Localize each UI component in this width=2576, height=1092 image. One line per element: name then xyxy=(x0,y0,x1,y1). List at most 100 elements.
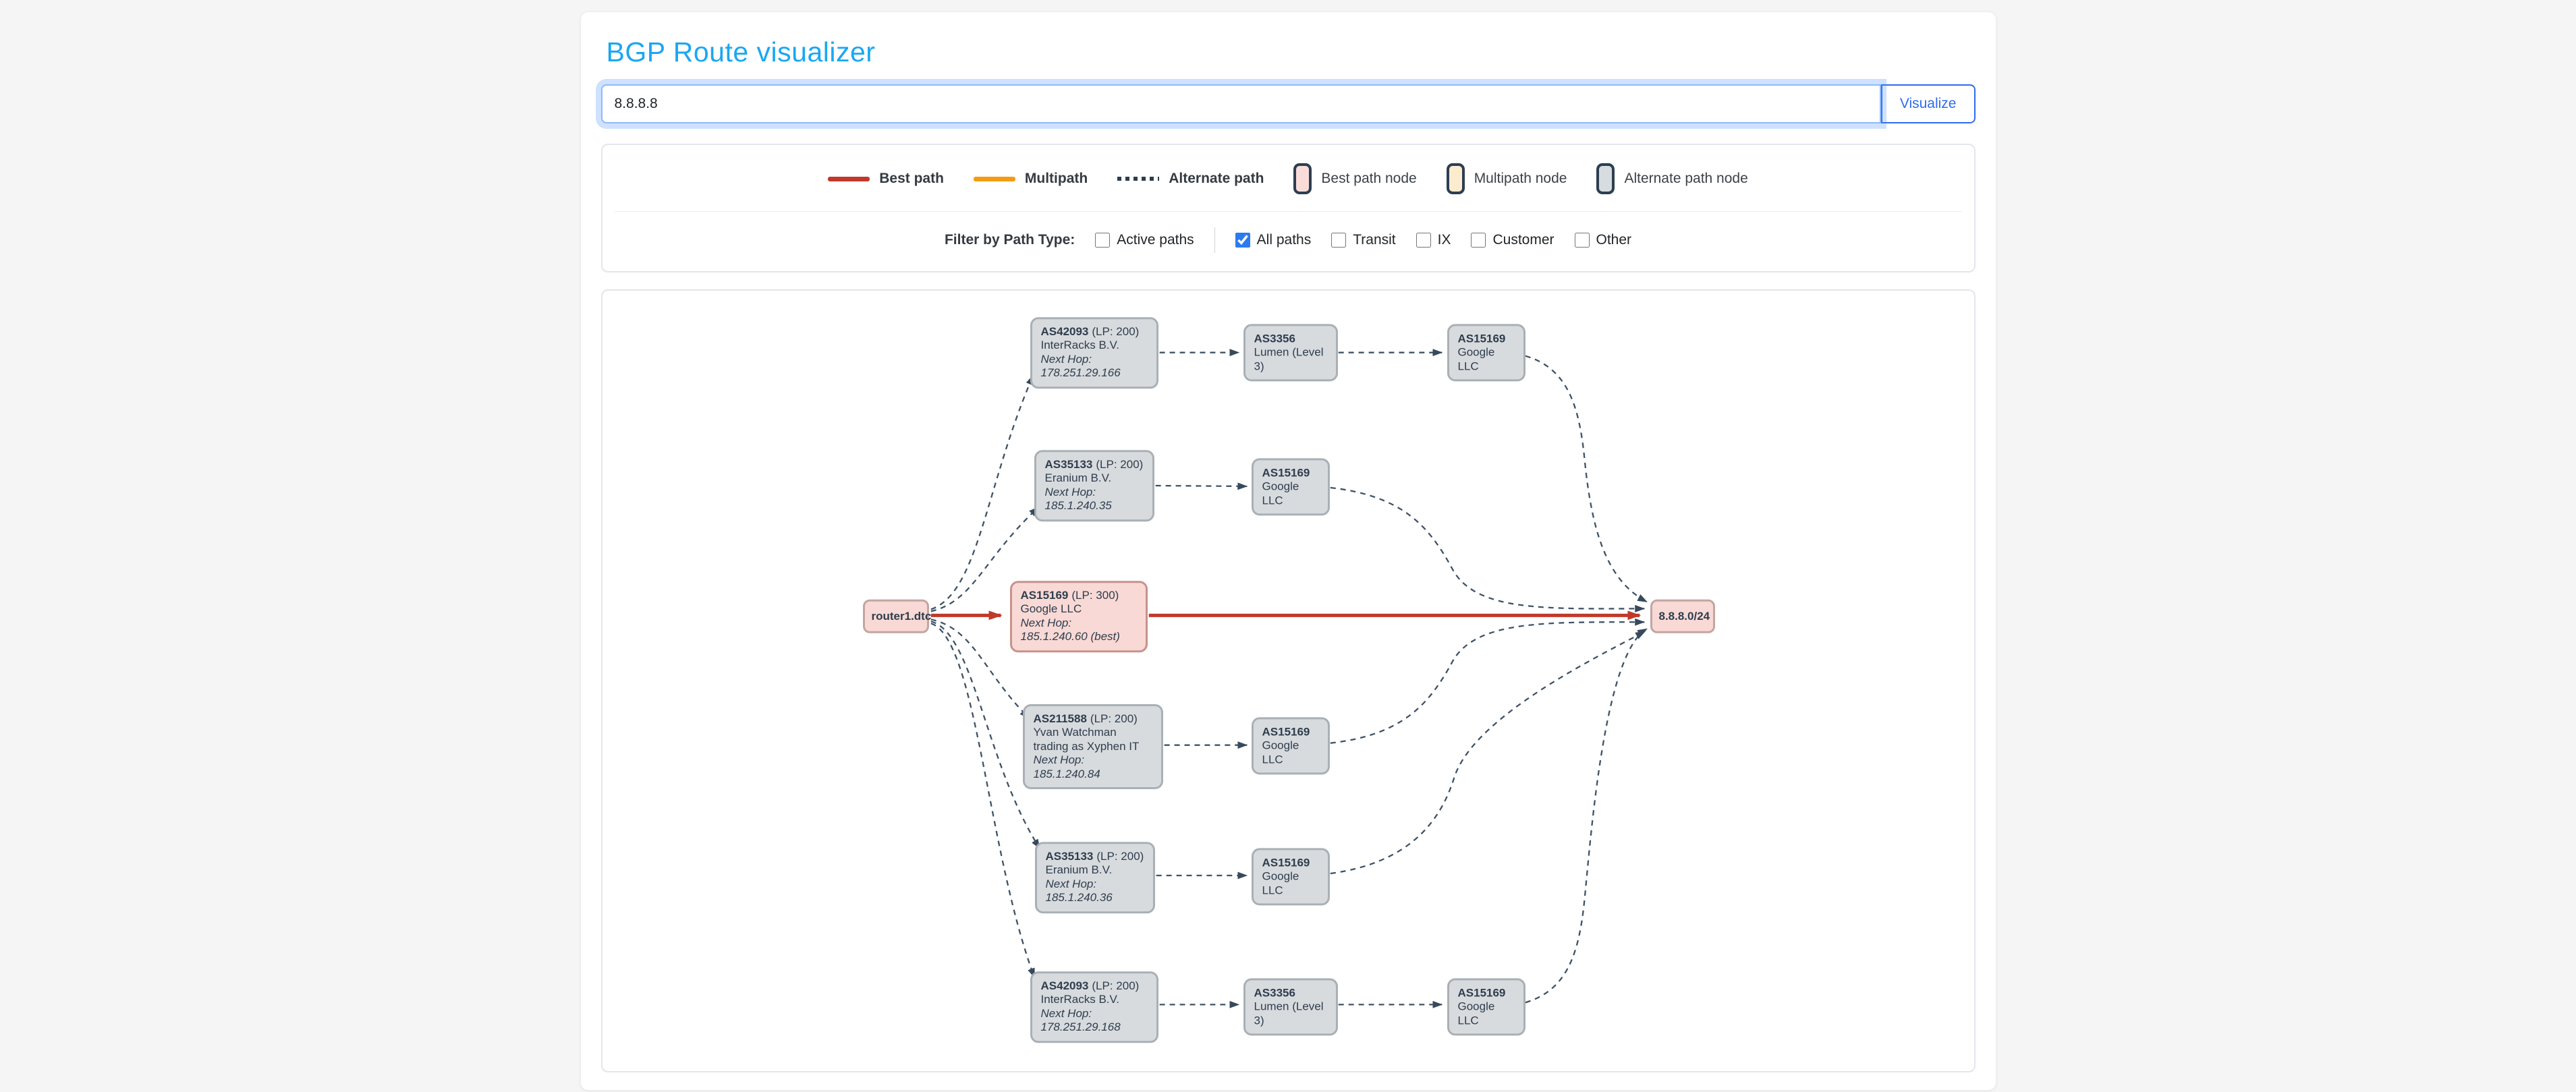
as-node-3356-path1[interactable]: AS3356 Lumen (Level 3) xyxy=(1243,324,1338,381)
filter-option-label[interactable]: All paths xyxy=(1257,232,1312,248)
node-line-asn: AS35133(LP: 200) xyxy=(1045,458,1144,471)
node-line-asn: AS3356 xyxy=(1254,986,1327,1000)
legend-label: Alternate path xyxy=(1169,171,1264,187)
filter-option-active-paths[interactable]: Active paths xyxy=(1095,232,1194,248)
node-line-org: Google LLC xyxy=(1262,480,1319,508)
alternate-path-edge xyxy=(1330,488,1644,608)
as-node-42093-path6[interactable]: AS42093(LP: 200) InterRacks B.V. Next Ho… xyxy=(1030,971,1158,1043)
node-line-asn: AS15169 xyxy=(1262,725,1319,739)
legend-item-alternate-path-node: Alternate path node xyxy=(1596,163,1747,194)
route-graph-edges xyxy=(603,291,1974,1071)
node-line-org: Lumen (Level 3) xyxy=(1254,1000,1327,1028)
legend-item-best-path: Best path xyxy=(828,171,944,187)
node-line-asn: AS211588(LP: 200) xyxy=(1034,712,1152,726)
node-line-asn: AS15169 xyxy=(1262,466,1319,480)
active-paths-checkbox[interactable] xyxy=(1095,233,1110,248)
node-line-asn: AS15169 xyxy=(1458,332,1515,345)
multipath-node-swatch xyxy=(1447,163,1465,194)
node-line-nexthop: Next Hop: 185.1.240.84 xyxy=(1034,753,1152,781)
alternate-path-edge xyxy=(1330,631,1644,873)
node-label: 8.8.8.0/24 xyxy=(1659,610,1710,623)
node-line-asn: AS15169(LP: 300) xyxy=(1021,589,1137,602)
legend: Best path Multipath Alternate path Best … xyxy=(603,145,1974,211)
page-title: BGP Route visualizer xyxy=(607,36,1976,68)
as-node-15169-path2[interactable]: AS15169 Google LLC xyxy=(1252,458,1330,515)
alternate-path-edge xyxy=(1525,356,1646,602)
as-node-42093-path1[interactable]: AS42093(LP: 200) InterRacks B.V. Next Ho… xyxy=(1030,317,1158,389)
node-line-org: Google LLC xyxy=(1262,739,1319,767)
source-node-router1[interactable]: router1.dtc xyxy=(863,600,929,633)
filter-option-ix[interactable]: IX xyxy=(1416,232,1451,248)
best-path-node-swatch xyxy=(1293,163,1312,194)
node-line-asn: AS3356 xyxy=(1254,332,1327,345)
visualize-button[interactable]: Visualize xyxy=(1881,84,1976,123)
as-node-15169-path5[interactable]: AS15169 Google LLC xyxy=(1252,848,1330,905)
alternate-path-edge xyxy=(1330,622,1644,743)
customer-checkbox[interactable] xyxy=(1471,233,1486,248)
filter-label: Filter by Path Type: xyxy=(945,232,1075,248)
legend-label: Multipath node xyxy=(1474,171,1567,187)
as-node-15169-path4[interactable]: AS15169 Google LLC xyxy=(1252,717,1330,774)
all-paths-checkbox[interactable] xyxy=(1235,233,1250,248)
legend-item-multipath-node: Multipath node xyxy=(1447,163,1567,194)
alternate-path-edge xyxy=(1525,629,1646,1002)
legend-label: Multipath xyxy=(1025,171,1088,187)
node-line-org: Eranium B.V. xyxy=(1045,472,1144,486)
route-input[interactable] xyxy=(601,84,1881,123)
ix-checkbox[interactable] xyxy=(1416,233,1431,248)
transit-checkbox[interactable] xyxy=(1331,233,1346,248)
node-line-nexthop: Next Hop: 185.1.240.35 xyxy=(1045,486,1144,513)
app-card: BGP Route visualizer Visualize Best path… xyxy=(580,11,1996,1091)
route-graph: router1.dtc AS42093(LP: 200) InterRacks … xyxy=(603,291,1974,1071)
filter-option-label[interactable]: Active paths xyxy=(1117,232,1194,248)
destination-node-prefix[interactable]: 8.8.8.0/24 xyxy=(1650,600,1715,633)
filter-option-customer[interactable]: Customer xyxy=(1471,232,1554,248)
node-line-nexthop: Next Hop: 185.1.240.60 (best) xyxy=(1021,616,1137,644)
best-path-line-swatch xyxy=(828,177,870,181)
as-node-35133-path2[interactable]: AS35133(LP: 200) Eranium B.V. Next Hop: … xyxy=(1034,450,1154,521)
as-node-211588-path4[interactable]: AS211588(LP: 200) Yvan Watchman trading … xyxy=(1023,704,1163,789)
node-line-org: Google LLC xyxy=(1458,346,1515,374)
filter-option-transit[interactable]: Transit xyxy=(1331,232,1395,248)
legend-item-multipath: Multipath xyxy=(974,171,1088,187)
node-line-org: Eranium B.V. xyxy=(1046,864,1144,878)
legend-label: Alternate path node xyxy=(1624,171,1747,187)
node-line-org: Google LLC xyxy=(1021,603,1137,616)
alternate-path-line-swatch xyxy=(1117,177,1159,181)
node-line-nexthop: Next Hop: 178.251.29.168 xyxy=(1041,1007,1148,1035)
node-line-asn: AS15169 xyxy=(1458,986,1515,1000)
node-line-org: Lumen (Level 3) xyxy=(1254,346,1327,374)
legend-item-alternate-path: Alternate path xyxy=(1117,171,1264,187)
filter-option-other[interactable]: Other xyxy=(1575,232,1632,248)
node-line-asn: AS35133(LP: 200) xyxy=(1046,850,1144,863)
legend-filter-panel: Best path Multipath Alternate path Best … xyxy=(601,144,1976,272)
node-line-asn: AS42093(LP: 200) xyxy=(1041,325,1148,339)
node-line-nexthop: Next Hop: 185.1.240.36 xyxy=(1046,878,1144,905)
filter-option-label[interactable]: Transit xyxy=(1353,232,1395,248)
node-line-nexthop: Next Hop: 178.251.29.166 xyxy=(1041,353,1148,380)
legend-item-best-path-node: Best path node xyxy=(1293,163,1416,194)
legend-label: Best path node xyxy=(1321,171,1416,187)
node-line-asn: AS42093(LP: 200) xyxy=(1041,979,1148,993)
node-line-org: InterRacks B.V. xyxy=(1041,994,1148,1007)
as-node-15169-best[interactable]: AS15169(LP: 300) Google LLC Next Hop: 18… xyxy=(1010,581,1148,652)
as-node-35133-path5[interactable]: AS35133(LP: 200) Eranium B.V. Next Hop: … xyxy=(1035,842,1155,913)
search-bar: Visualize xyxy=(601,84,1976,123)
alternate-path-edge xyxy=(930,623,1034,977)
alternate-path-edge xyxy=(930,376,1032,610)
node-line-org: Google LLC xyxy=(1262,870,1319,898)
filter-option-label[interactable]: Customer xyxy=(1492,232,1554,248)
as-node-15169-path6[interactable]: AS15169 Google LLC xyxy=(1447,978,1525,1035)
other-checkbox[interactable] xyxy=(1575,233,1590,248)
node-line-org: InterRacks B.V. xyxy=(1041,339,1148,353)
filter-option-label[interactable]: Other xyxy=(1596,232,1632,248)
filter-option-all-paths[interactable]: All paths xyxy=(1235,232,1312,248)
filter-option-label[interactable]: IX xyxy=(1438,232,1451,248)
node-line-org: Google LLC xyxy=(1458,1000,1515,1028)
node-label: router1.dtc xyxy=(872,610,932,623)
as-node-3356-path6[interactable]: AS3356 Lumen (Level 3) xyxy=(1243,978,1338,1035)
alternate-path-node-swatch xyxy=(1596,163,1615,194)
filter-bar: Filter by Path Type: Active paths All pa… xyxy=(603,212,1974,271)
node-line-asn: AS15169 xyxy=(1262,856,1319,869)
as-node-15169-path1[interactable]: AS15169 Google LLC xyxy=(1447,324,1525,381)
